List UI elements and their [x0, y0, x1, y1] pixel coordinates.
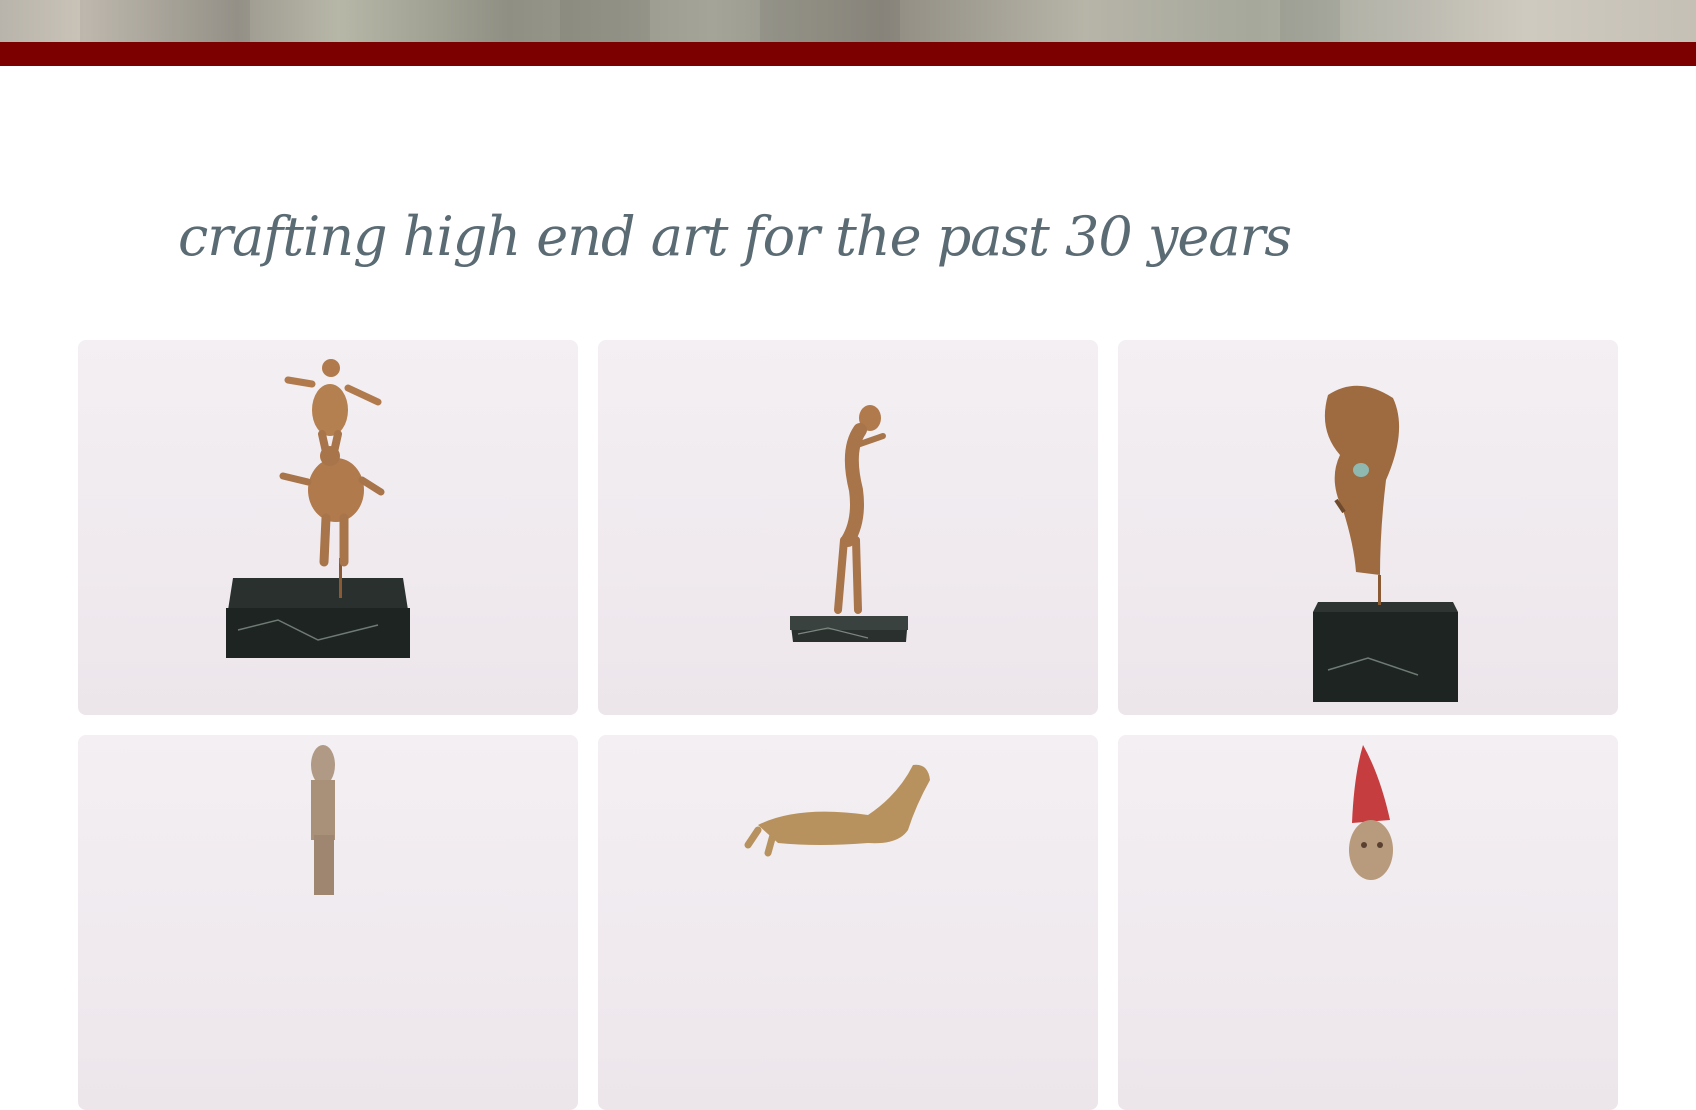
horse-sculpture-photo: [744, 764, 930, 857]
header-accent-bar: [0, 42, 1696, 66]
header-hero-image: [0, 0, 1696, 42]
gallery-item-4[interactable]: [78, 735, 578, 1110]
totem-sculpture-photo: [311, 745, 335, 895]
gallery-item-3[interactable]: [1118, 340, 1618, 715]
stacked-figures-sculpture-photo: [226, 359, 410, 658]
gallery-item-2[interactable]: [598, 340, 1098, 715]
dancing-figure-sculpture-photo: [790, 405, 908, 642]
page-tagline: crafting high end art for the past 30 ye…: [178, 205, 1292, 268]
face-mask-sculpture-photo: [1313, 385, 1458, 702]
red-hat-figure-sculpture-photo: [1349, 745, 1393, 880]
gallery-item-6[interactable]: [1118, 735, 1618, 1110]
gallery-item-5[interactable]: [598, 735, 1098, 1110]
gallery-item-1[interactable]: [78, 340, 578, 715]
